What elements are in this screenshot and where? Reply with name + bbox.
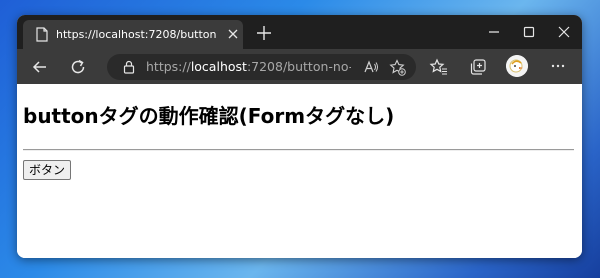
refresh-button[interactable] [67, 56, 89, 78]
plus-icon [257, 26, 271, 40]
favorites-button[interactable] [428, 56, 450, 78]
minimize-button[interactable] [484, 23, 504, 41]
maximize-icon [523, 26, 535, 38]
window-close-button[interactable] [554, 23, 574, 41]
url-rest: :7208/button-no-fo... [246, 59, 351, 74]
lock-icon[interactable] [123, 60, 135, 74]
browser-window: https://localhost:7208/button-no-fo [17, 15, 582, 258]
refresh-icon [71, 59, 85, 74]
page-content: buttonタグの動作確認(Formタグなし) ボタン [17, 84, 582, 258]
url-scheme: https:// [146, 59, 191, 74]
document-icon [36, 27, 48, 42]
address-bar[interactable]: https://localhost:7208/button-no-fo... [107, 54, 416, 80]
profile-avatar[interactable] [506, 55, 528, 77]
horizontal-rule [23, 149, 574, 151]
page-button[interactable]: ボタン [23, 160, 72, 180]
profile-icon [506, 55, 528, 77]
collections-icon [470, 59, 486, 75]
maximize-button[interactable] [519, 23, 539, 41]
close-icon [558, 26, 570, 38]
browser-toolbar: https://localhost:7208/button-no-fo... [17, 49, 582, 84]
url-text[interactable]: https://localhost:7208/button-no-fo... [146, 59, 351, 75]
tab-title: https://localhost:7208/button-no-fo [56, 28, 216, 41]
collections-button[interactable] [467, 56, 489, 78]
tab-close-button[interactable] [225, 26, 241, 42]
favorites-icon [429, 58, 447, 75]
url-host: localhost [190, 59, 247, 74]
more-button[interactable] [550, 57, 566, 75]
minimize-icon [489, 31, 499, 33]
add-favorite-icon[interactable] [389, 59, 406, 76]
back-arrow-icon [32, 61, 46, 73]
more-icon [551, 64, 565, 68]
read-aloud-icon[interactable] [363, 59, 379, 75]
close-icon [228, 29, 238, 39]
page-heading: buttonタグの動作確認(Formタグなし) [23, 104, 395, 128]
title-bar: https://localhost:7208/button-no-fo [17, 15, 582, 49]
back-button[interactable] [29, 56, 51, 78]
new-tab-button[interactable] [255, 24, 273, 42]
tab-active[interactable]: https://localhost:7208/button-no-fo [23, 20, 243, 49]
